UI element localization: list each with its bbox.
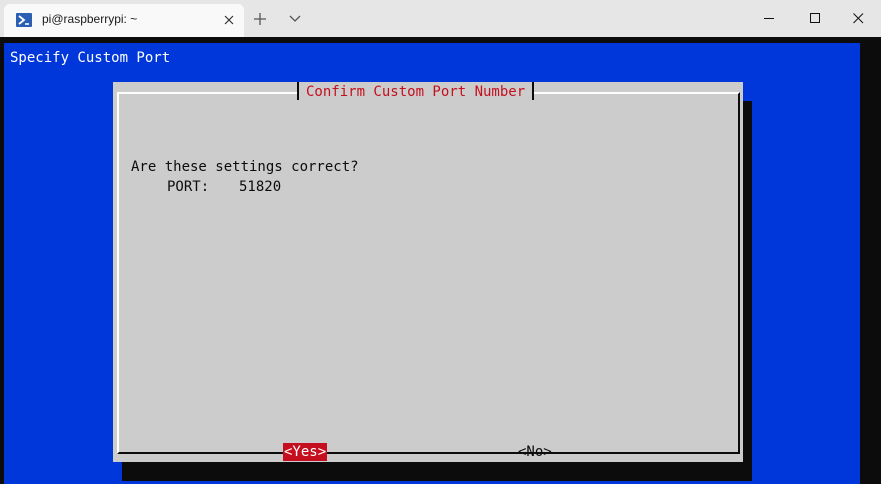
dialog-title: Confirm Custom Port Number: [306, 84, 526, 100]
title-bar: pi@raspberrypi: ~: [0, 0, 881, 37]
plus-icon[interactable]: [250, 9, 270, 29]
tab-title: pi@raspberrypi: ~: [42, 12, 138, 26]
dialog-question: Are these settings correct?: [131, 159, 359, 175]
close-window-button[interactable]: [835, 0, 881, 37]
port-value: 51820: [239, 179, 282, 195]
no-button[interactable]: <No>: [517, 443, 553, 461]
backtitle: Specify Custom Port: [10, 50, 171, 66]
minimize-button[interactable]: [746, 0, 792, 37]
close-tab-icon[interactable]: [222, 13, 236, 27]
maximize-button[interactable]: [792, 0, 838, 37]
powershell-icon: [16, 13, 32, 27]
maximize-icon: [810, 13, 820, 23]
minimize-icon: [764, 18, 774, 19]
terminal-tab[interactable]: pi@raspberrypi: ~: [4, 4, 244, 37]
close-icon: [853, 13, 864, 24]
confirm-dialog: Confirm Custom Port Number Are these set…: [113, 82, 743, 462]
dialog-title-box: Confirm Custom Port Number: [297, 82, 535, 102]
port-label: PORT:: [167, 179, 210, 195]
terminal-area[interactable]: Specify Custom Port Confirm Custom Port …: [0, 37, 881, 484]
yes-button[interactable]: <Yes>: [283, 443, 328, 461]
chevron-down-icon[interactable]: [285, 9, 305, 29]
dialog-border: [117, 92, 740, 454]
